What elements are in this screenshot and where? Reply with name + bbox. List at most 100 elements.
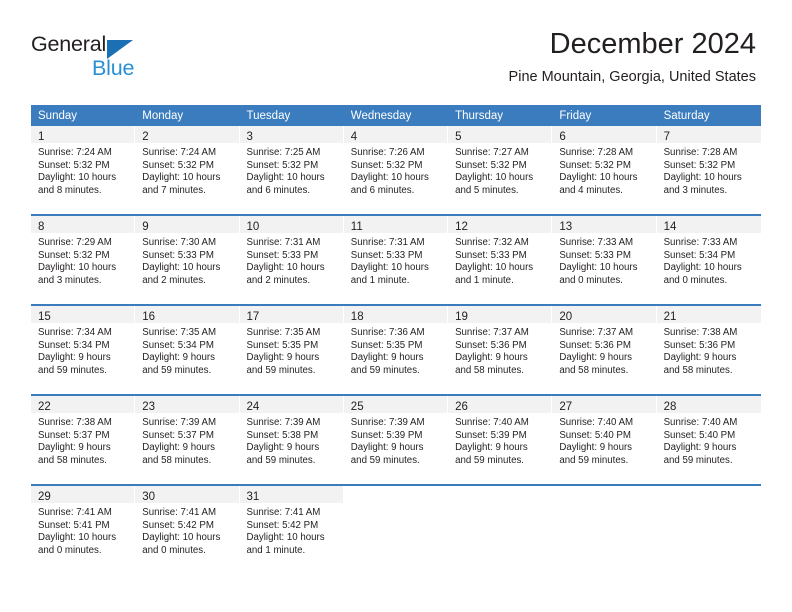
sunset-text: Sunset: 5:40 PM — [559, 429, 631, 441]
daylight-text-line2: and 59 minutes. — [38, 364, 107, 376]
day-cell[interactable]: 29 Sunrise: 7:41 AM Sunset: 5:41 PM Dayl… — [31, 486, 136, 574]
daylight-text-line2: and 0 minutes. — [142, 544, 206, 556]
sunset-text: Sunset: 5:32 PM — [38, 249, 110, 261]
daylight-text-line1: Daylight: 10 hours — [455, 262, 534, 274]
day-cell[interactable]: 28 Sunrise: 7:40 AM Sunset: 5:40 PM Dayl… — [656, 396, 761, 484]
day-cell[interactable]: 31 Sunrise: 7:41 AM Sunset: 5:42 PM Dayl… — [239, 486, 344, 574]
day-number: 7 — [663, 131, 670, 143]
day-cell[interactable]: 18 Sunrise: 7:36 AM Sunset: 5:35 PM Dayl… — [343, 306, 449, 394]
daylight-text-line2: and 1 minute. — [246, 544, 306, 556]
day-cell[interactable]: 17 Sunrise: 7:35 AM Sunset: 5:35 PM Dayl… — [239, 306, 344, 394]
day-cell[interactable]: 1 Sunrise: 7:24 AM Sunset: 5:32 PM Dayli… — [31, 126, 136, 214]
daylight-text-line2: and 8 minutes. — [38, 184, 102, 196]
sunrise-text: Sunrise: 7:40 AM — [455, 417, 529, 428]
day-number-band: 3 — [239, 126, 343, 143]
sunrise-text: Sunrise: 7:27 AM — [455, 147, 529, 158]
daylight-text-line2: and 2 minutes. — [142, 274, 206, 286]
day-cell[interactable]: 12 Sunrise: 7:32 AM Sunset: 5:33 PM Dayl… — [448, 216, 553, 304]
day-number-band: 11 — [343, 216, 448, 233]
day-cell[interactable]: 16 Sunrise: 7:35 AM Sunset: 5:34 PM Dayl… — [135, 306, 240, 394]
day-cell[interactable]: 10 Sunrise: 7:31 AM Sunset: 5:33 PM Dayl… — [239, 216, 344, 304]
sunrise-text: Sunrise: 7:25 AM — [246, 147, 321, 158]
day-cell[interactable]: 9 Sunrise: 7:30 AM Sunset: 5:33 PM Dayli… — [135, 216, 240, 304]
day-cell[interactable]: 30 Sunrise: 7:41 AM Sunset: 5:42 PM Dayl… — [135, 486, 240, 574]
day-cell[interactable]: 19 Sunrise: 7:37 AM Sunset: 5:36 PM Dayl… — [448, 306, 553, 394]
day-cell[interactable]: 26 Sunrise: 7:40 AM Sunset: 5:39 PM Dayl… — [448, 396, 553, 484]
day-number-band: 25 — [343, 396, 448, 413]
day-number-band: 1 — [31, 126, 135, 143]
sunrise-text: Sunrise: 7:28 AM — [663, 147, 738, 158]
day-cell[interactable]: 27 Sunrise: 7:40 AM Sunset: 5:40 PM Dayl… — [552, 396, 657, 484]
day-cell[interactable]: 7 Sunrise: 7:28 AM Sunset: 5:32 PM Dayli… — [656, 126, 761, 214]
day-number-band: 21 — [656, 306, 761, 323]
day-number-band: 30 — [135, 486, 239, 503]
weekday-header-monday: Monday — [142, 110, 184, 122]
day-number-band: 28 — [656, 396, 761, 413]
day-cell[interactable]: 23 Sunrise: 7:39 AM Sunset: 5:37 PM Dayl… — [135, 396, 240, 484]
daylight-text-line2: and 0 minutes. — [663, 274, 728, 286]
day-cell[interactable]: 14 Sunrise: 7:33 AM Sunset: 5:34 PM Dayl… — [656, 216, 761, 304]
day-cell[interactable]: 5 Sunrise: 7:27 AM Sunset: 5:32 PM Dayli… — [448, 126, 553, 214]
sunset-text: Sunset: 5:33 PM — [350, 249, 423, 261]
daylight-text-line2: and 7 minutes. — [142, 184, 206, 196]
page-title: December 2024 — [549, 28, 756, 60]
day-number-band: 5 — [448, 126, 552, 143]
day-number: 31 — [246, 491, 260, 503]
day-number-band: 24 — [239, 396, 343, 413]
day-cell[interactable]: 22 Sunrise: 7:38 AM Sunset: 5:37 PM Dayl… — [31, 396, 136, 484]
day-cell[interactable]: 11 Sunrise: 7:31 AM Sunset: 5:33 PM Dayl… — [343, 216, 449, 304]
brand-name-general: General — [31, 32, 107, 56]
day-cell[interactable]: 6 Sunrise: 7:28 AM Sunset: 5:32 PM Dayli… — [552, 126, 657, 214]
daylight-text-line2: and 0 minutes. — [559, 274, 623, 286]
week-row: 15 Sunrise: 7:34 AM Sunset: 5:34 PM Dayl… — [31, 304, 761, 394]
day-number: 12 — [455, 221, 468, 233]
sunrise-text: Sunrise: 7:24 AM — [38, 147, 112, 158]
day-details: Sunrise: 7:37 AM Sunset: 5:36 PM Dayligh… — [448, 323, 551, 377]
daylight-text-line2: and 0 minutes. — [38, 544, 102, 556]
day-number: 4 — [350, 131, 358, 143]
day-number-band: 8 — [31, 216, 135, 233]
day-details: Sunrise: 7:40 AM Sunset: 5:40 PM Dayligh… — [552, 413, 655, 467]
calendar-grid: Sunday Monday Tuesday Wednesday Thursday… — [31, 105, 761, 574]
day-number-band: 26 — [448, 396, 552, 413]
sunset-text: Sunset: 5:41 PM — [38, 519, 110, 531]
sunrise-text: Sunrise: 7:35 AM — [246, 327, 321, 338]
day-cell[interactable]: 20 Sunrise: 7:37 AM Sunset: 5:36 PM Dayl… — [552, 306, 657, 394]
day-number: 2 — [142, 131, 149, 143]
day-number: 20 — [559, 311, 573, 323]
day-cell[interactable]: 24 Sunrise: 7:39 AM Sunset: 5:38 PM Dayl… — [239, 396, 344, 484]
day-cell[interactable]: 15 Sunrise: 7:34 AM Sunset: 5:34 PM Dayl… — [31, 306, 136, 394]
day-details: Sunrise: 7:40 AM Sunset: 5:39 PM Dayligh… — [448, 413, 551, 467]
daylight-text-line1: Daylight: 9 hours — [350, 352, 424, 364]
weekday-header-row: Sunday Monday Tuesday Wednesday Thursday… — [31, 105, 761, 126]
day-details: Sunrise: 7:38 AM Sunset: 5:36 PM Dayligh… — [657, 323, 761, 377]
sunset-text: Sunset: 5:34 PM — [142, 339, 214, 351]
day-cell[interactable]: 13 Sunrise: 7:33 AM Sunset: 5:33 PM Dayl… — [552, 216, 657, 304]
day-cell[interactable]: 8 Sunrise: 7:29 AM Sunset: 5:32 PM Dayli… — [31, 216, 136, 304]
daylight-text-line1: Daylight: 10 hours — [38, 262, 117, 274]
daylight-text-line1: Daylight: 10 hours — [663, 172, 742, 184]
day-cell[interactable]: 25 Sunrise: 7:39 AM Sunset: 5:39 PM Dayl… — [343, 396, 449, 484]
day-number: 8 — [38, 221, 45, 233]
sunrise-text: Sunrise: 7:41 AM — [38, 507, 112, 518]
brand-logo[interactable]: General Blue — [31, 32, 211, 84]
day-details: Sunrise: 7:39 AM Sunset: 5:37 PM Dayligh… — [135, 413, 238, 467]
sunset-text: Sunset: 5:34 PM — [663, 249, 736, 261]
daylight-text-line2: and 58 minutes. — [663, 364, 733, 376]
sunrise-text: Sunrise: 7:24 AM — [142, 147, 217, 158]
daylight-text-line1: Daylight: 10 hours — [246, 172, 325, 184]
day-details: Sunrise: 7:33 AM Sunset: 5:33 PM Dayligh… — [552, 233, 655, 287]
daylight-text-line1: Daylight: 10 hours — [559, 172, 638, 184]
daylight-text-line1: Daylight: 10 hours — [350, 262, 429, 274]
daylight-text-line2: and 59 minutes. — [350, 454, 420, 466]
title-block: December 2024 Pine Mountain, Georgia, Un… — [509, 26, 756, 86]
day-number: 18 — [350, 311, 364, 323]
day-cell[interactable]: 21 Sunrise: 7:38 AM Sunset: 5:36 PM Dayl… — [656, 306, 761, 394]
daylight-text-line1: Daylight: 10 hours — [142, 532, 221, 544]
day-number-band: 27 — [552, 396, 656, 413]
day-cell[interactable]: 2 Sunrise: 7:24 AM Sunset: 5:32 PM Dayli… — [135, 126, 240, 214]
day-cell[interactable]: 3 Sunrise: 7:25 AM Sunset: 5:32 PM Dayli… — [239, 126, 344, 214]
day-number-band: 20 — [552, 306, 656, 323]
day-cell[interactable]: 4 Sunrise: 7:26 AM Sunset: 5:32 PM Dayli… — [343, 126, 449, 214]
day-number: 10 — [246, 221, 260, 233]
